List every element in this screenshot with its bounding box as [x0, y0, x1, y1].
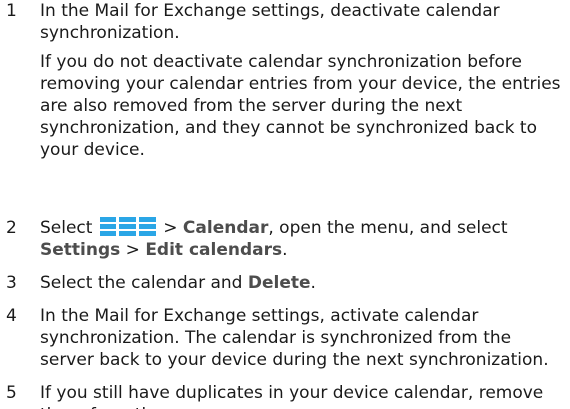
step-body: Select > Calendar, open the menu, and se…: [40, 217, 564, 261]
step-text-part: .: [282, 240, 288, 260]
step-text: If you still have duplicates in your dev…: [40, 383, 544, 409]
step-text: Select the calendar and Delete.: [40, 272, 564, 294]
step-text-part: , open the menu, and select: [268, 218, 508, 238]
separator: >: [120, 240, 146, 260]
step-text-part: Select the calendar and: [40, 273, 248, 293]
calendar-link[interactable]: Calendar: [183, 218, 268, 238]
step-body: Select the calendar and Delete.: [40, 272, 564, 294]
step-note: If you do not deactivate calendar synchr…: [40, 52, 561, 160]
settings-link[interactable]: Settings: [40, 240, 120, 260]
separator: >: [157, 218, 183, 238]
step-text: In the Mail for Exchange settings, activ…: [40, 306, 549, 370]
step-text-part: Select: [40, 218, 93, 238]
edit-calendars-link[interactable]: Edit calendars: [145, 240, 282, 260]
step-text: In the Mail for Exchange settings, deact…: [40, 1, 500, 43]
step-body: If you still have duplicates in your dev…: [40, 382, 564, 409]
menu-grid-icon: [99, 217, 157, 236]
step-number: 4: [6, 306, 17, 326]
step-number: 3: [6, 273, 17, 293]
instruction-steps: 1 In the Mail for Exchange settings, dea…: [0, 0, 570, 409]
step-number: 2: [6, 218, 17, 238]
step-text-part: .: [310, 273, 316, 293]
step-body: In the Mail for Exchange settings, deact…: [40, 0, 564, 161]
delete-link[interactable]: Delete: [248, 273, 311, 293]
step-text: Select > Calendar, open the menu, and se…: [40, 217, 564, 261]
step-number: 5: [6, 383, 17, 403]
step-body: In the Mail for Exchange settings, activ…: [40, 305, 564, 371]
step-number: 1: [6, 1, 17, 21]
